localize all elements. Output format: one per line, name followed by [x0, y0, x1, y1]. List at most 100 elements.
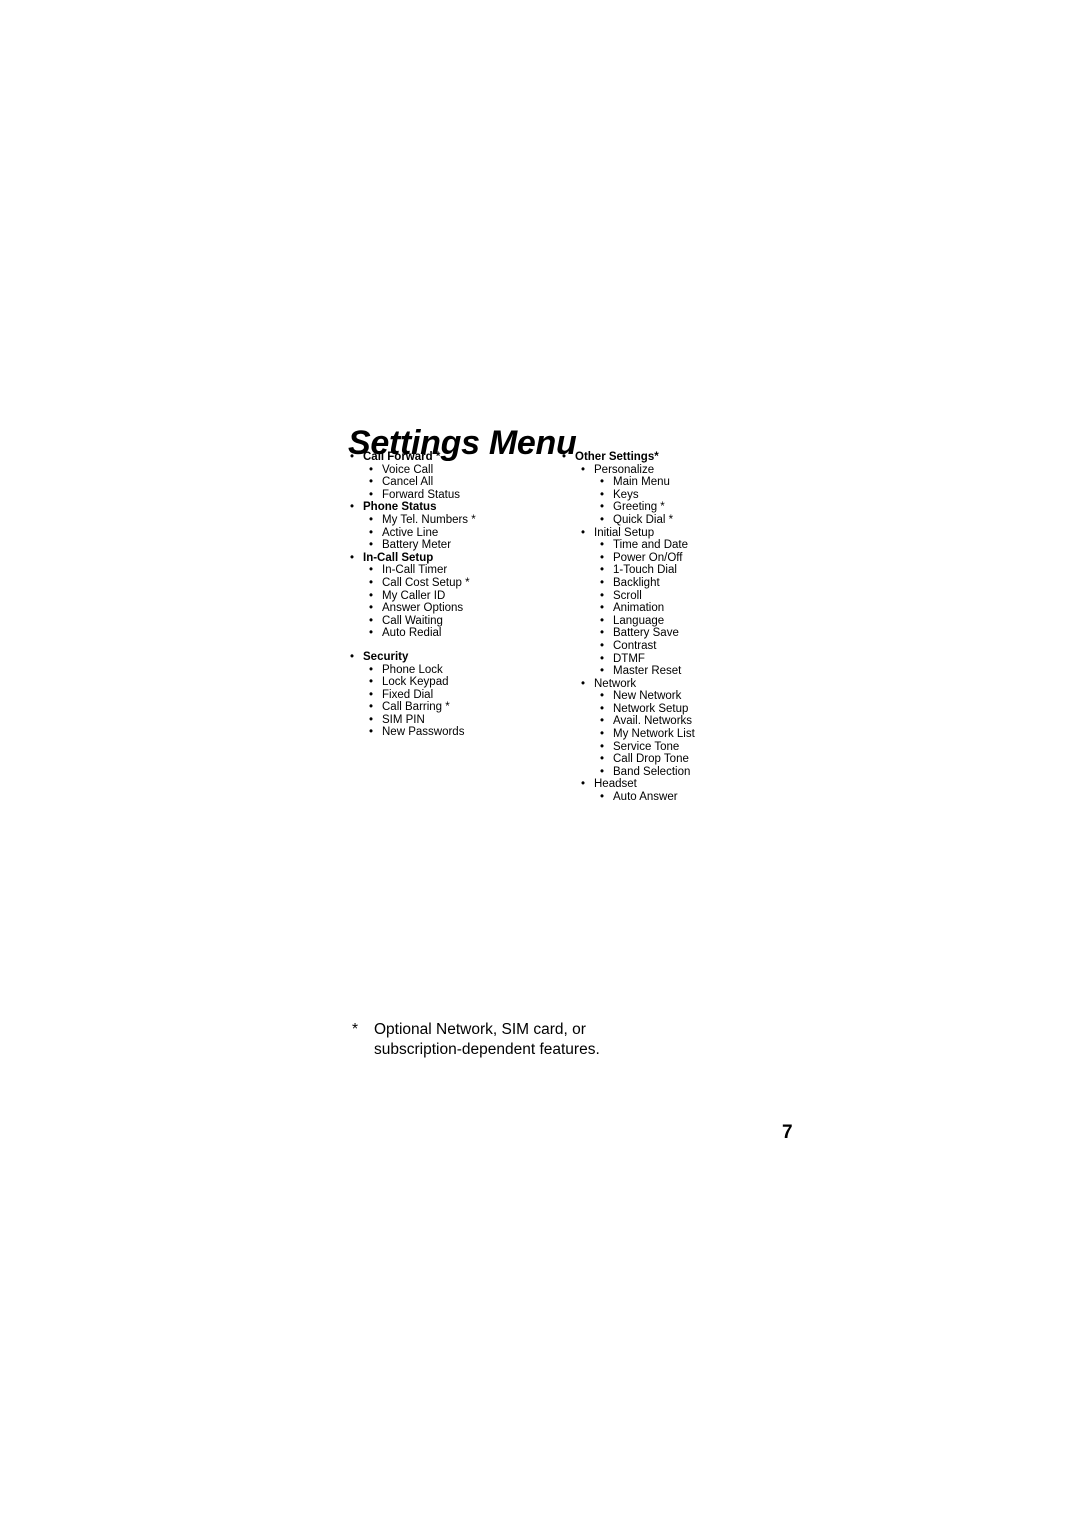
menu-item-row: • Quick Dial * — [598, 514, 830, 527]
page-number: 7 — [782, 1122, 793, 1143]
menu-item: • Auto Redial — [367, 627, 563, 640]
bullet-icon: • — [369, 476, 374, 489]
bullet-icon: • — [600, 728, 605, 741]
menu-item-label: Avail. Networks — [613, 715, 693, 728]
menu-item-row: • Auto Redial — [367, 627, 563, 640]
menu-item: • New Passwords — [367, 726, 563, 739]
menu-item-label: Call Barring * — [382, 701, 450, 714]
menu-item-label: Phone Status — [363, 501, 437, 514]
menu-item: • Phone Lock — [367, 664, 563, 677]
menu-item: • Other Settings* • Personalize • Main Menu • K… — [560, 451, 830, 804]
menu-item-row: • Keys — [598, 489, 830, 502]
menu-item-row: • Other Settings* — [560, 451, 830, 464]
menu-item: • Initial Setup • Time and Date • Power On/Of… — [579, 527, 830, 678]
menu-item-label: New Passwords — [382, 726, 465, 739]
bullet-icon: • — [600, 602, 605, 615]
menu-item: • Call Forward * • Voice Call • Cancel All • Fo… — [348, 451, 563, 501]
menu-item-label: My Tel. Numbers * — [382, 513, 476, 526]
bullet-icon: • — [369, 627, 374, 640]
menu-item-label: Phone Lock — [382, 663, 443, 676]
menu-item-label: Battery Save — [613, 627, 679, 640]
menu-item-row: • Call Cost Setup * — [367, 577, 563, 590]
menu-item: • Network Setup — [598, 703, 830, 716]
bullet-icon: • — [581, 677, 586, 690]
bullet-icon: • — [350, 501, 355, 514]
bullet-icon: • — [600, 753, 605, 766]
menu-sublist: • Main Menu • Keys • Greeting * • Quick Dial * — [579, 476, 830, 526]
bullet-icon: • — [600, 665, 605, 678]
menu-column-left: • Call Forward * • Voice Call • Cancel All • Fo… — [348, 451, 563, 739]
menu-item-label: Voice Call — [382, 463, 434, 476]
menu-item-label: In-Call Timer — [382, 564, 448, 577]
menu-item: • Call Cost Setup * — [367, 577, 563, 590]
menu-item-label: 1-Touch Dial — [613, 564, 677, 577]
bullet-icon: • — [369, 488, 374, 501]
menu-item-label: Network — [594, 677, 637, 690]
menu-item-label: Contrast — [613, 639, 657, 652]
menu-item-row: • Language — [598, 615, 830, 628]
menu-list-right: • Other Settings* • Personalize • Main Menu • K… — [560, 451, 830, 804]
menu-item: • Auto Answer — [598, 791, 830, 804]
menu-sublist: • Phone Lock • Lock Keypad • Fixed Dial • Call … — [348, 664, 563, 740]
bullet-icon: • — [600, 513, 605, 526]
bullet-icon: • — [600, 564, 605, 577]
menu-item-row: • My Network List — [598, 728, 830, 741]
menu-item-row: • 1-Touch Dial — [598, 564, 830, 577]
menu-item-label: Call Waiting — [382, 614, 443, 627]
menu-item-label: Language — [613, 614, 665, 627]
menu-sublist: • Time and Date • Power On/Off • 1-Touch Dial… — [579, 539, 830, 678]
menu-item-label: Power On/Off — [613, 551, 683, 564]
menu-sublist: • Personalize • Main Menu • Keys • Greeting * • Q… — [560, 464, 830, 804]
menu-item-label: Service Tone — [613, 740, 680, 753]
menu-item-label: Personalize — [594, 463, 655, 476]
menu-item-row: • Lock Keypad — [367, 676, 563, 689]
menu-item-label: Network Setup — [613, 702, 689, 715]
menu-item-row: • Auto Answer — [598, 791, 830, 804]
menu-item-row: • Call Forward * — [348, 451, 563, 464]
menu-item-row: • Call Barring * — [367, 701, 563, 714]
bullet-icon: • — [350, 551, 355, 564]
menu-item-row: • Service Tone — [598, 741, 830, 754]
menu-item: • Band Selection — [598, 766, 830, 779]
menu-item-row: • Call Waiting — [367, 615, 563, 628]
bullet-icon: • — [369, 688, 374, 701]
bullet-icon: • — [600, 690, 605, 703]
menu-item: • Phone Status • My Tel. Numbers * • Active L… — [348, 501, 563, 551]
menu-item-label: Forward Status — [382, 488, 460, 501]
menu-item: • Keys — [598, 489, 830, 502]
bullet-icon: • — [369, 513, 374, 526]
bullet-icon: • — [369, 564, 374, 577]
menu-item-row: • Main Menu — [598, 476, 830, 489]
menu-item-label: Headset — [594, 778, 637, 791]
bullet-icon: • — [600, 488, 605, 501]
bullet-icon: • — [600, 765, 605, 778]
menu-item-label: Active Line — [382, 526, 439, 539]
menu-item: • Personalize • Main Menu • Keys • Greeting * • Q… — [579, 464, 830, 527]
menu-item: • Service Tone — [598, 741, 830, 754]
menu-item: • Scroll — [598, 590, 830, 603]
menu-item-label: Keys — [613, 488, 639, 501]
menu-sublist: • In-Call Timer • Call Cost Setup * • My Call… — [348, 564, 563, 640]
menu-item: • Avail. Networks — [598, 715, 830, 728]
bullet-icon: • — [600, 501, 605, 514]
menu-item-row: • Backlight — [598, 577, 830, 590]
bullet-icon: • — [600, 551, 605, 564]
menu-item: • Greeting * — [598, 501, 830, 514]
menu-item: • DTMF — [598, 653, 830, 666]
bullet-icon: • — [600, 702, 605, 715]
menu-item: • 1-Touch Dial — [598, 564, 830, 577]
menu-item: • Lock Keypad — [367, 676, 563, 689]
menu-item-label: Fixed Dial — [382, 688, 434, 701]
menu-item-row: • My Tel. Numbers * — [367, 514, 563, 527]
bullet-icon: • — [581, 778, 586, 791]
menu-sublist: • New Network • Network Setup • Avail. Networ… — [579, 690, 830, 778]
menu-item-label: Animation — [613, 602, 665, 615]
bullet-icon: • — [369, 463, 374, 476]
bullet-icon: • — [600, 627, 605, 640]
bullet-icon: • — [369, 589, 374, 602]
menu-item: • SIM PIN — [367, 714, 563, 727]
menu-item: • Fixed Dial — [367, 689, 563, 702]
menu-item-label: Battery Meter — [382, 539, 452, 552]
menu-item: • New Network — [598, 690, 830, 703]
bullet-icon: • — [562, 451, 567, 463]
